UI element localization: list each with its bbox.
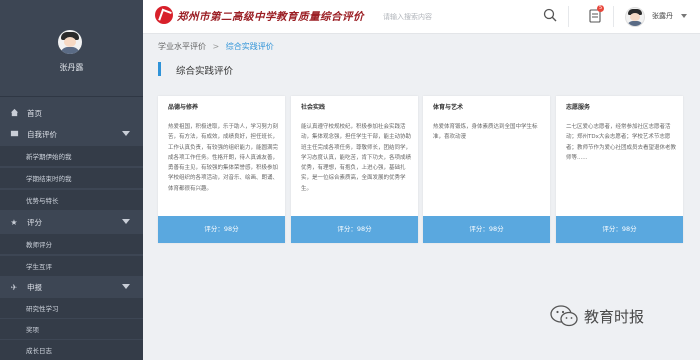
top-header: 郑州市第二高级中学教育质量综合评价 5 张露丹: [143, 0, 700, 34]
card-score[interactable]: 评分：98分: [158, 216, 285, 243]
card-social-practice: 社会实践 能认真遵守校规校纪，积极参加社会实践活动，集体观念强，担任学生干部，能…: [291, 96, 418, 243]
card-moral: 品德与修养 热爱祖国，积极进取，乐于助人，学习努力刻苦，有方法，有成效，成绩良好…: [158, 96, 285, 243]
user-avatar[interactable]: [625, 7, 645, 27]
sidebar-subitem-semester-end[interactable]: 学期结束时的我: [0, 168, 143, 188]
sidebar: 张丹露 首页 自我评价 新学期伊始的我 学期结束时的我 优势与特长 ★ 评分 教…: [0, 0, 143, 360]
sidebar-subitem-research[interactable]: 研究性学习: [0, 298, 143, 318]
card-title: 社会实践: [301, 104, 326, 111]
chevron-down-icon: [122, 219, 130, 224]
sidebar-item-label: 评分: [27, 217, 42, 227]
sidebar-item-label: 申报: [27, 282, 42, 292]
sidebar-subitem-label: 成长日志: [26, 347, 52, 355]
watermark: 教育时报: [550, 305, 644, 327]
notification-button[interactable]: 5: [588, 5, 605, 25]
breadcrumb: 学业水平评价 > 综合实践评价: [158, 41, 274, 52]
sidebar-subitem-label: 优势与特长: [26, 197, 59, 205]
card-text: 热爱体育锻炼，身体素质达到全国中学生标准，喜欢动漫: [433, 124, 538, 141]
sidebar-item-label: 首页: [27, 108, 42, 118]
divider: [613, 6, 614, 27]
notification-badge: 5: [597, 5, 605, 12]
sidebar-item-self-evaluation[interactable]: 自我评价: [0, 124, 143, 144]
star-icon: ★: [10, 217, 18, 227]
sidebar-subitem-teacher-score[interactable]: 教师评分: [0, 234, 143, 254]
sidebar-subitem-awards[interactable]: 奖项: [0, 319, 143, 339]
chevron-down-icon: [122, 284, 130, 289]
card-score[interactable]: 评分：98分: [423, 216, 550, 243]
chevron-down-icon: [122, 131, 130, 136]
caret-down-icon[interactable]: [681, 14, 687, 18]
message-icon: [9, 129, 19, 140]
breadcrumb-separator: >: [212, 42, 220, 51]
search-icon[interactable]: [543, 8, 557, 22]
user-name[interactable]: 张露丹: [652, 11, 673, 21]
sidebar-subitem-label: 学生互评: [26, 263, 52, 271]
sidebar-subitem-label: 学期结束时的我: [26, 175, 72, 183]
breadcrumb-parent[interactable]: 学业水平评价: [158, 42, 206, 51]
plane-icon: ✈: [10, 282, 18, 292]
sidebar-subitem-label: 教师评分: [26, 241, 52, 249]
sidebar-item-scoring[interactable]: ★ 评分: [0, 212, 143, 232]
sidebar-subitem-growth-log[interactable]: 成长日志: [0, 340, 143, 360]
home-icon: [9, 108, 19, 119]
card-score[interactable]: 评分：98分: [291, 216, 418, 243]
card-title: 品德与修养: [168, 104, 199, 111]
card-text: 热爱祖国，积极进取，乐于助人，学习努力刻苦，有方法，有成效，成绩良好，担任班长，…: [168, 124, 279, 192]
page-title: 综合实践评价: [176, 66, 234, 77]
card-score[interactable]: 评分：98分: [556, 216, 683, 243]
sidebar-item-label: 自我评价: [27, 129, 57, 139]
search-input[interactable]: [381, 8, 540, 26]
sidebar-subitem-label: 新学期伊始的我: [26, 153, 72, 161]
sidebar-subitem-strengths[interactable]: 优势与特长: [0, 190, 143, 210]
sidebar-item-declaration[interactable]: ✈ 申报: [0, 277, 143, 297]
title-accent-bar: [158, 62, 161, 76]
wechat-icon: [550, 305, 578, 327]
sidebar-subitem-new-semester[interactable]: 新学期伊始的我: [0, 146, 143, 166]
card-title: 志愿服务: [566, 104, 591, 111]
breadcrumb-current: 综合实践评价: [225, 42, 274, 51]
card-text: 能认真遵守校规校纪，积极参加社会实践活动，集体观念强，担任学生干部，能主动协助班…: [301, 124, 412, 192]
divider: [568, 6, 569, 27]
sidebar-subitem-label: 研究性学习: [26, 305, 59, 313]
card-text: 二七区爱心志愿者，经常参加社区志愿者活动；郑州TDx大会志愿者；学校艺术节志愿者…: [566, 124, 677, 161]
sidebar-subitem-label: 奖项: [26, 326, 39, 334]
profile-name: 张丹露: [59, 63, 84, 72]
sidebar-item-home[interactable]: 首页: [0, 103, 143, 123]
site-title: 郑州市第二高级中学教育质量综合评价: [177, 11, 364, 23]
card-sports-art: 体育与艺术 热爱体育锻炼，身体素质达到全国中学生标准，喜欢动漫 评分：98分: [423, 96, 550, 243]
card-title: 体育与艺术: [433, 104, 464, 111]
school-logo: [155, 6, 173, 24]
sidebar-profile: 张丹露: [0, 0, 143, 97]
sidebar-subitem-peer-review[interactable]: 学生互评: [0, 256, 143, 276]
watermark-text: 教育时报: [584, 307, 645, 326]
card-volunteer: 志愿服务 二七区爱心志愿者，经常参加社区志愿者活动；郑州TDx大会志愿者；学校艺…: [556, 96, 683, 243]
avatar[interactable]: [58, 30, 82, 54]
